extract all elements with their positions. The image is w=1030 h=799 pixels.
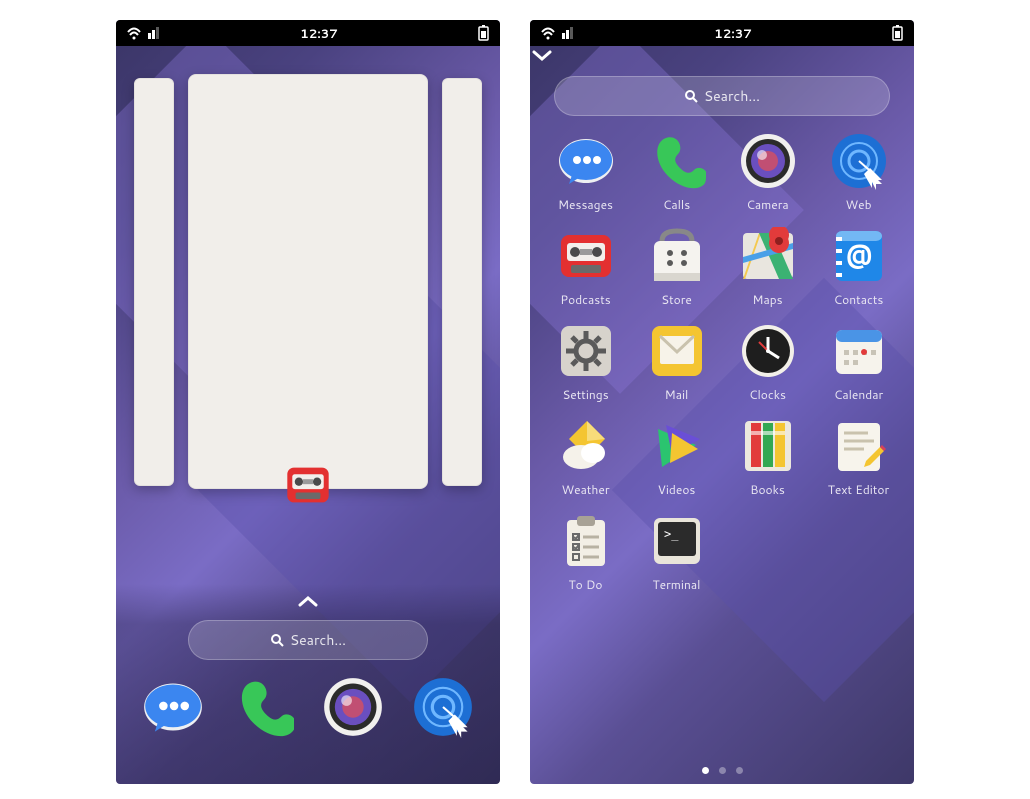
app-store[interactable]: Store bbox=[635, 227, 718, 308]
todo-icon bbox=[557, 512, 615, 570]
podcasts-icon bbox=[280, 461, 336, 509]
search-input[interactable]: Search… bbox=[554, 76, 890, 116]
search-placeholder: Search… bbox=[704, 86, 760, 106]
messages-icon bbox=[142, 676, 204, 738]
cellular-icon bbox=[562, 25, 574, 41]
app-label: Terminal bbox=[653, 576, 701, 593]
app-clocks[interactable]: Clocks bbox=[726, 322, 809, 403]
app-grid: Messages Calls Camera Web Podcasts Store… bbox=[544, 132, 900, 593]
clock-label: 12:37 bbox=[574, 25, 892, 42]
dock: Search… bbox=[116, 584, 500, 784]
books-icon bbox=[739, 417, 797, 475]
app-messages[interactable]: Messages bbox=[544, 132, 627, 213]
app-settings[interactable]: Settings bbox=[544, 322, 627, 403]
dock-app-calls[interactable] bbox=[232, 676, 294, 738]
app-label: Store bbox=[661, 291, 692, 308]
app-label: Contacts bbox=[834, 291, 884, 308]
search-input[interactable]: Search… bbox=[188, 620, 428, 660]
clock-label: 12:37 bbox=[160, 25, 478, 42]
app-label: Videos bbox=[658, 481, 696, 498]
page-dot[interactable] bbox=[736, 767, 743, 774]
chevron-up-icon[interactable] bbox=[296, 592, 320, 610]
overview-card-current[interactable] bbox=[188, 74, 428, 489]
chevron-down-icon[interactable] bbox=[530, 46, 914, 64]
phone-app-grid: 12:37 Search… Messages Calls Camera Web … bbox=[530, 20, 914, 784]
phone-overview: 12:37 Search… bbox=[116, 20, 500, 784]
app-label: Messages bbox=[558, 196, 613, 213]
podcasts-icon bbox=[557, 227, 615, 285]
app-label: Calendar bbox=[834, 386, 883, 403]
weather-icon bbox=[557, 417, 615, 475]
web-icon bbox=[830, 132, 888, 190]
search-icon bbox=[684, 89, 698, 103]
overview-card-next[interactable] bbox=[442, 78, 482, 486]
overview-carousel[interactable] bbox=[116, 74, 500, 509]
web-icon bbox=[412, 676, 474, 738]
app-mail[interactable]: Mail bbox=[635, 322, 718, 403]
app-label: Maps bbox=[752, 291, 782, 308]
page-dot[interactable] bbox=[702, 767, 709, 774]
app-label: Calls bbox=[663, 196, 690, 213]
status-bar[interactable]: 12:37 bbox=[116, 20, 500, 46]
cellular-icon bbox=[148, 25, 160, 41]
dock-app-web[interactable] bbox=[412, 676, 474, 738]
contacts-icon bbox=[830, 227, 888, 285]
app-label: Podcasts bbox=[560, 291, 610, 308]
page-indicator[interactable] bbox=[530, 767, 914, 774]
wifi-icon bbox=[126, 25, 142, 41]
dock-app-camera[interactable] bbox=[322, 676, 384, 738]
app-label: Clocks bbox=[749, 386, 786, 403]
app-web[interactable]: Web bbox=[817, 132, 900, 213]
page-dot[interactable] bbox=[719, 767, 726, 774]
camera-icon bbox=[322, 676, 384, 738]
app-calls[interactable]: Calls bbox=[635, 132, 718, 213]
app-weather[interactable]: Weather bbox=[544, 417, 627, 498]
app-maps[interactable]: Maps bbox=[726, 227, 809, 308]
app-podcasts[interactable]: Podcasts bbox=[544, 227, 627, 308]
store-icon bbox=[648, 227, 706, 285]
text-editor-icon bbox=[830, 417, 888, 475]
app-label: To Do bbox=[569, 576, 603, 593]
terminal-icon bbox=[648, 512, 706, 570]
app-camera[interactable]: Camera bbox=[726, 132, 809, 213]
app-label: Camera bbox=[746, 196, 788, 213]
app-label: Mail bbox=[665, 386, 689, 403]
app-label: Web bbox=[845, 196, 871, 213]
app-calendar[interactable]: Calendar bbox=[817, 322, 900, 403]
app-books[interactable]: Books bbox=[726, 417, 809, 498]
search-placeholder: Search… bbox=[290, 630, 346, 650]
app-text-editor[interactable]: Text Editor bbox=[817, 417, 900, 498]
search-icon bbox=[270, 633, 284, 647]
app-label: Weather bbox=[561, 481, 609, 498]
app-label: Books bbox=[750, 481, 785, 498]
overview-card-prev[interactable] bbox=[134, 78, 174, 486]
app-to-do[interactable]: To Do bbox=[544, 512, 627, 593]
calls-icon bbox=[648, 132, 706, 190]
maps-icon bbox=[739, 227, 797, 285]
app-terminal[interactable]: Terminal bbox=[635, 512, 718, 593]
videos-icon bbox=[648, 417, 706, 475]
app-videos[interactable]: Videos bbox=[635, 417, 718, 498]
dock-app-messages[interactable] bbox=[142, 676, 204, 738]
wifi-icon bbox=[540, 25, 556, 41]
status-bar[interactable]: 12:37 bbox=[530, 20, 914, 46]
mail-icon bbox=[648, 322, 706, 380]
messages-icon bbox=[557, 132, 615, 190]
battery-icon bbox=[892, 25, 904, 42]
clocks-icon bbox=[739, 322, 797, 380]
camera-icon bbox=[739, 132, 797, 190]
settings-icon bbox=[557, 322, 615, 380]
calendar-icon bbox=[830, 322, 888, 380]
calls-icon bbox=[232, 676, 294, 738]
app-contacts[interactable]: Contacts bbox=[817, 227, 900, 308]
app-label: Settings bbox=[562, 386, 608, 403]
app-label: Text Editor bbox=[828, 481, 889, 498]
battery-icon bbox=[478, 25, 490, 42]
